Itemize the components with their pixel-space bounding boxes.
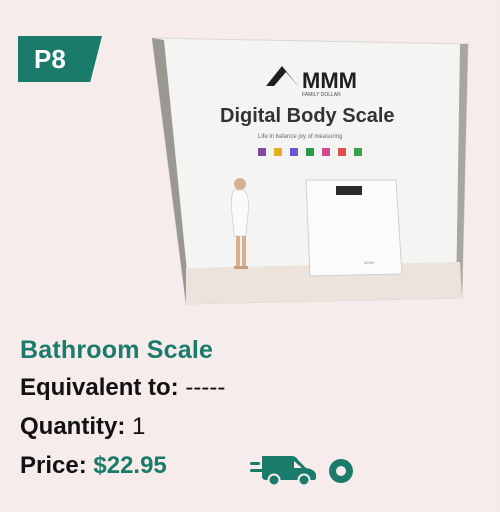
equivalent-row: Equivalent to: ----- xyxy=(20,374,225,402)
product-box-image: MMM FAMILY DOLLAR Digital Body Scale Lif… xyxy=(151,37,469,305)
equivalent-value: ----- xyxy=(185,374,226,401)
price-label: Price: xyxy=(20,452,94,479)
brand-logo-text: MMM xyxy=(302,68,357,93)
product-code: P8 xyxy=(34,44,66,74)
price-row: Price: $22.95 xyxy=(20,452,167,480)
svg-text:MMM: MMM xyxy=(364,260,374,265)
brand-subtext: FAMILY DOLLAR xyxy=(302,92,341,98)
scale-illustration: MMM xyxy=(305,179,403,277)
price-value: $22.95 xyxy=(93,452,167,479)
delivery-van-icon[interactable] xyxy=(250,452,318,486)
equivalent-label: Equivalent to: xyxy=(20,374,186,401)
quantity-label: Quantity: xyxy=(20,413,132,440)
location-circle-icon[interactable] xyxy=(326,456,356,486)
quantity-value: 1 xyxy=(132,413,146,440)
box-tagline: Life in balance joy of measuring xyxy=(258,134,342,140)
quantity-row: Quantity: 1 xyxy=(20,413,145,441)
product-name: Bathroom Scale xyxy=(20,336,214,364)
product-code-badge: P8 xyxy=(18,36,102,82)
box-headline: Digital Body Scale xyxy=(220,105,395,127)
